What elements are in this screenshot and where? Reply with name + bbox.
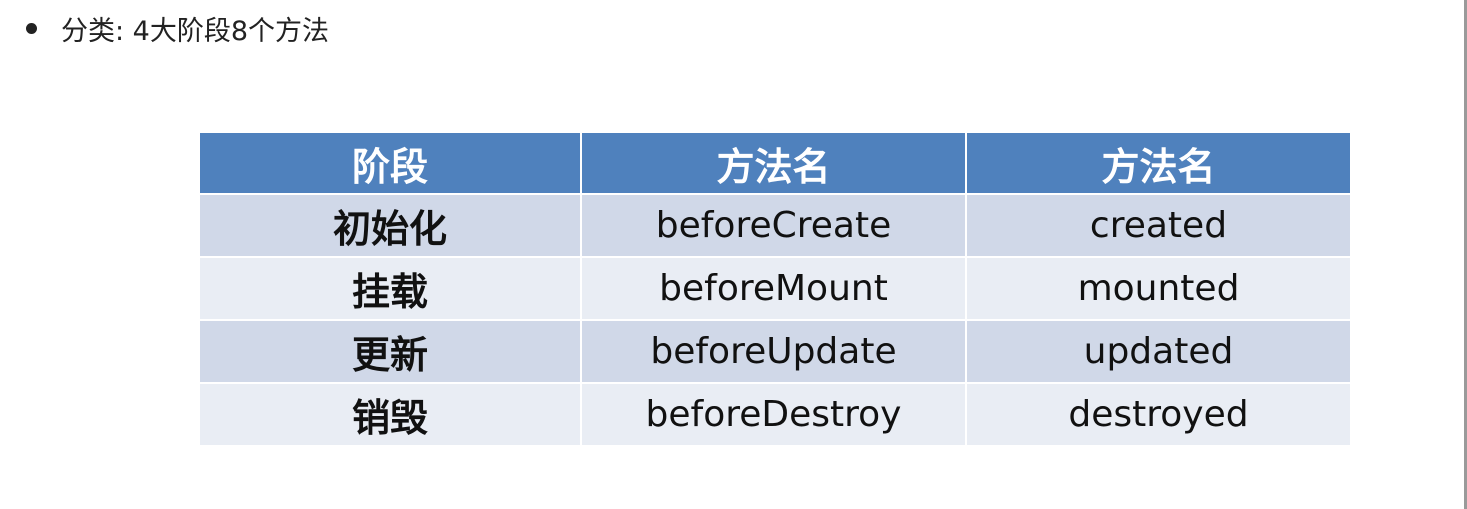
table-header-row: 阶段 方法名 方法名 [198,131,1352,195]
header-stage: 阶段 [198,131,582,195]
stage-cell: 挂载 [198,256,582,321]
stage-cell: 销毁 [198,382,582,447]
table-row: 更新 beforeUpdate updated [198,319,1352,384]
before-method-cell: beforeUpdate [580,319,967,384]
lifecycle-table: 阶段 方法名 方法名 初始化 beforeCreate created 挂载 b… [198,131,1352,447]
table-row: 挂载 beforeMount mounted [198,256,1352,321]
before-method-cell: beforeDestroy [580,382,967,447]
stage-cell: 初始化 [198,193,582,258]
lifecycle-table-container: 阶段 方法名 方法名 初始化 beforeCreate created 挂载 b… [198,131,1352,455]
stage-cell: 更新 [198,319,582,384]
header-method-name: 方法名 [965,131,1352,195]
heading-text: 分类: 4大阶段8个方法 [61,15,330,47]
after-method-cell: destroyed [965,382,1352,447]
table-row: 销毁 beforeDestroy destroyed [198,382,1352,447]
header-method-name: 方法名 [580,131,967,195]
after-method-cell: updated [965,319,1352,384]
table-row: 初始化 beforeCreate created [198,193,1352,258]
after-method-cell: mounted [965,256,1352,321]
before-method-cell: beforeMount [580,256,967,321]
bullet-dot-icon [26,22,37,34]
bullet-heading: 分类: 4大阶段8个方法 [26,8,329,48]
before-method-cell: beforeCreate [580,193,967,258]
after-method-cell: created [965,193,1352,258]
